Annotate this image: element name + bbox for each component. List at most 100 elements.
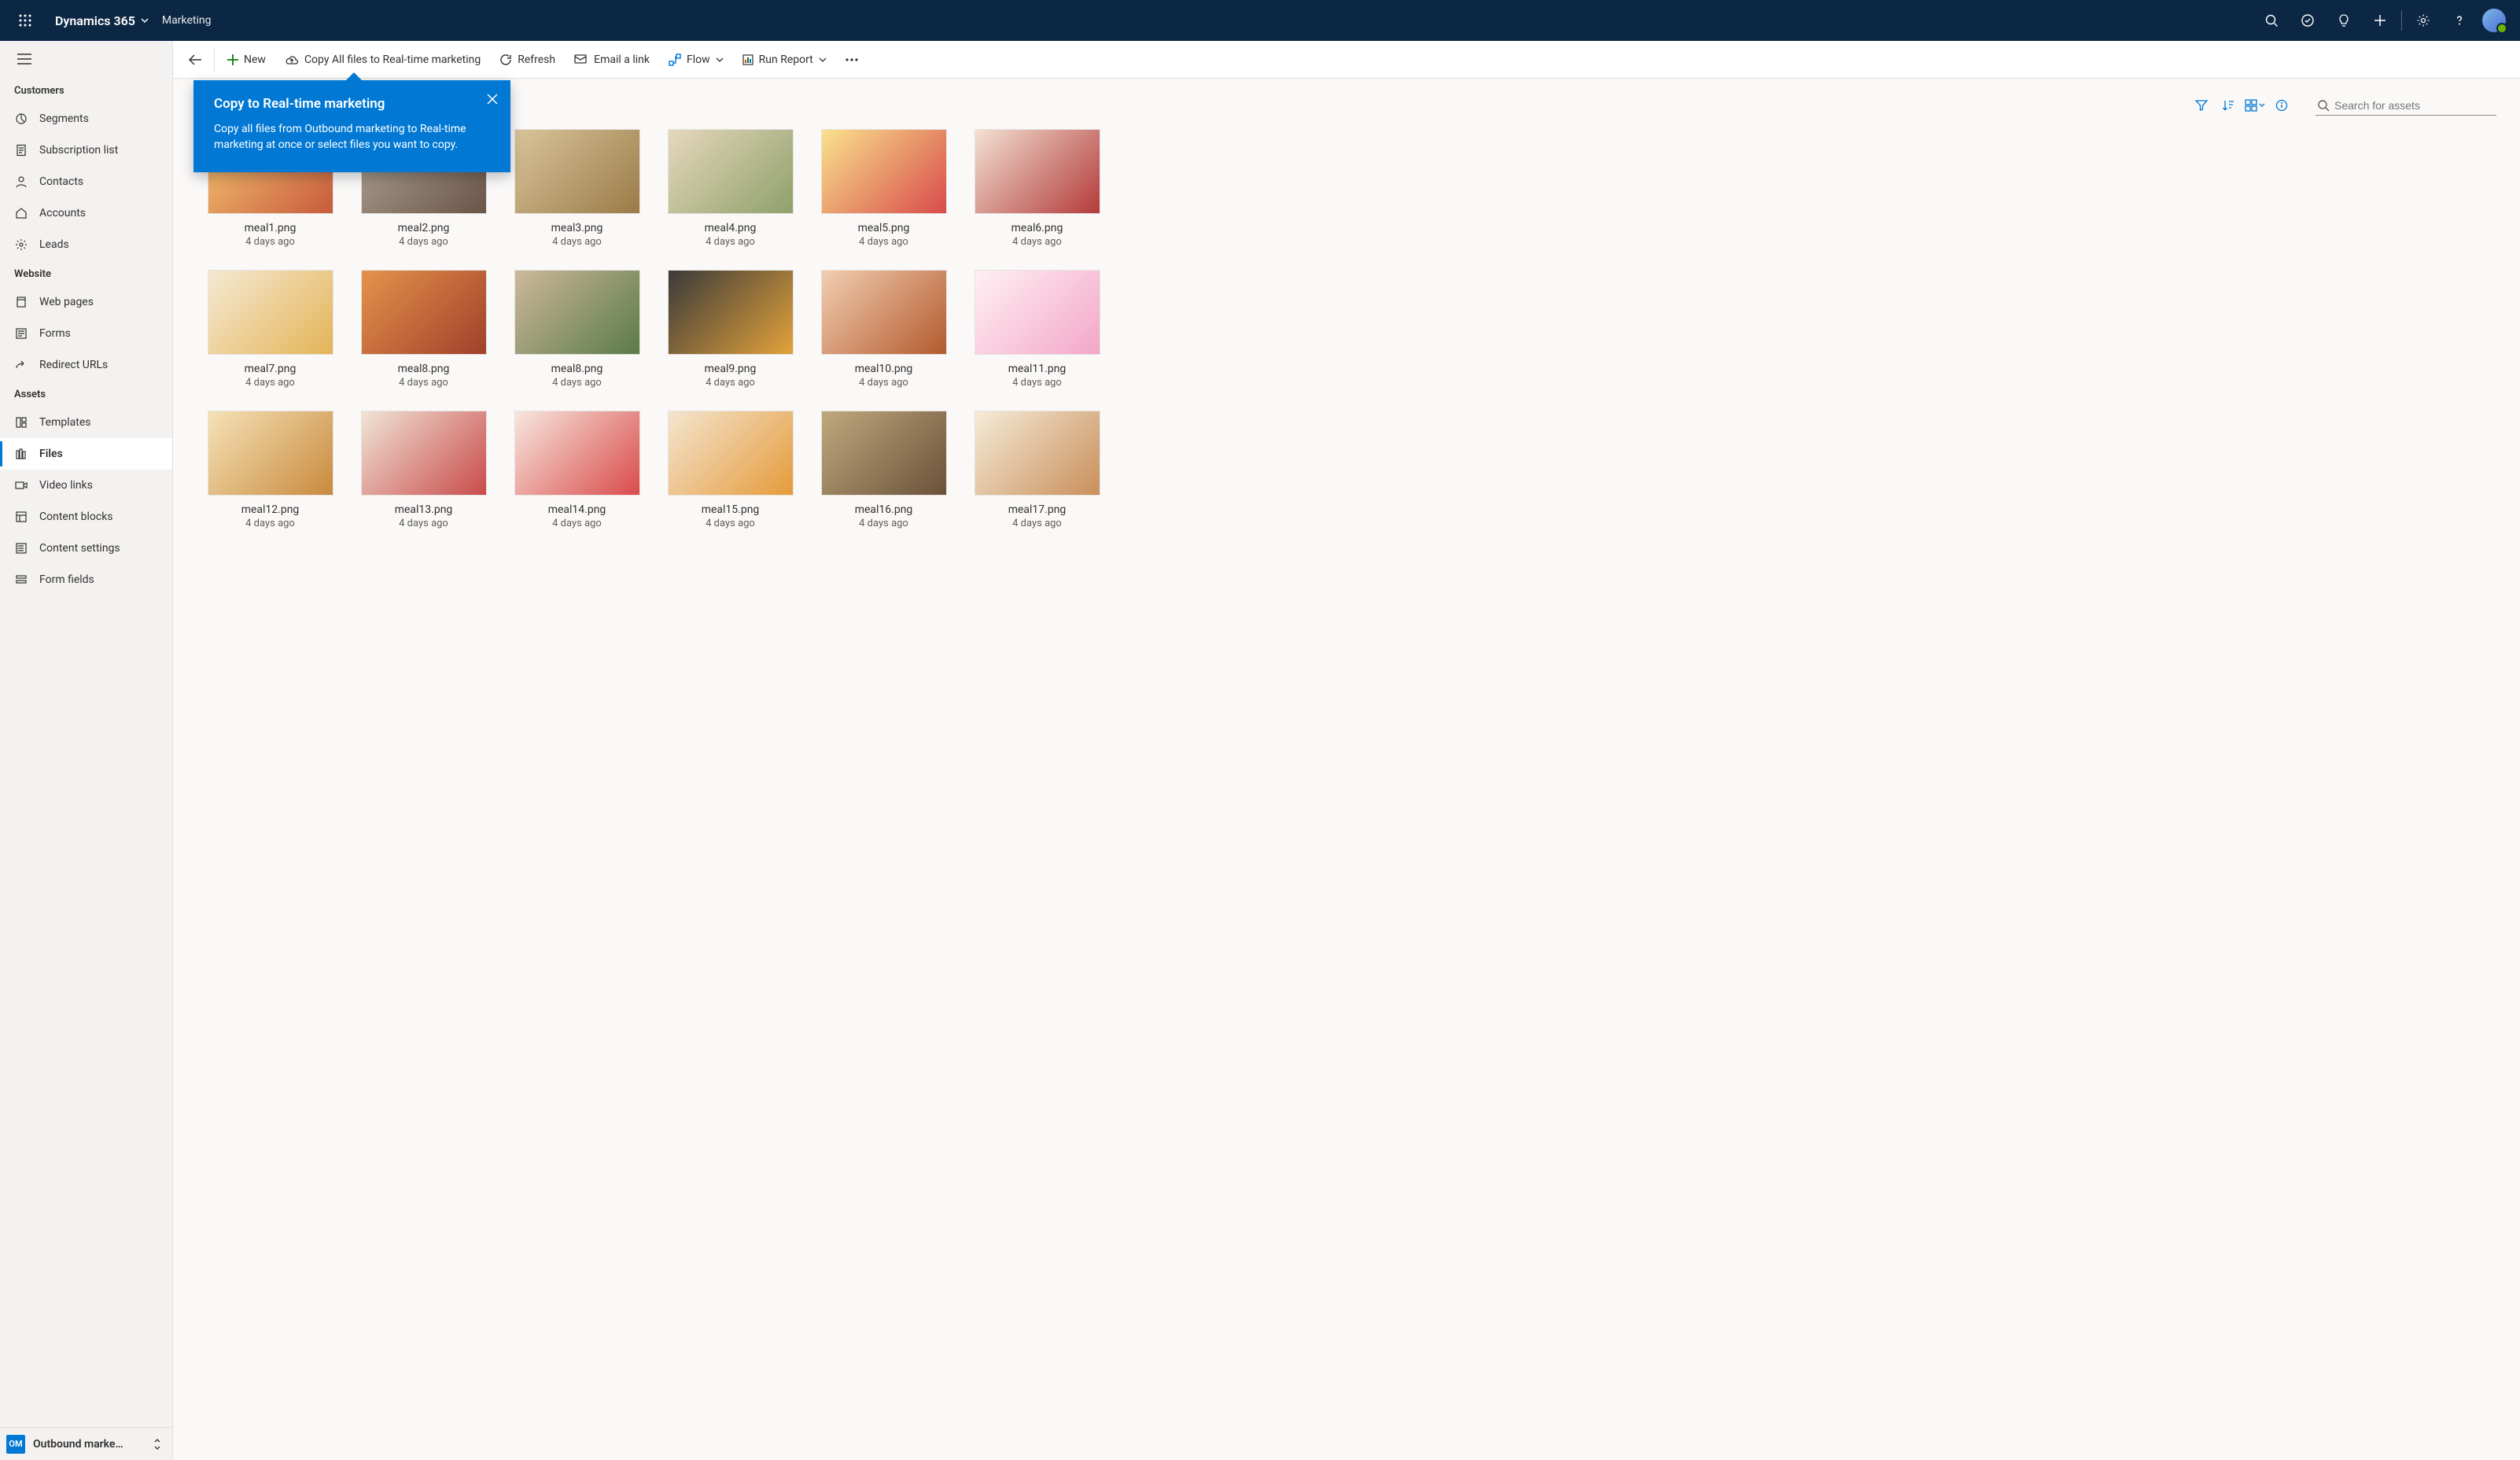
nav-item-label: Redirect URLs	[39, 359, 108, 371]
file-name: meal11.png	[1008, 363, 1067, 375]
more-icon	[846, 58, 858, 61]
app-launcher-button[interactable]	[9, 5, 41, 36]
file-tile[interactable]: meal11.png4 days ago	[960, 270, 1114, 389]
file-tile[interactable]: meal7.png 4 days ago	[193, 270, 347, 389]
run-report-label: Run Report	[759, 53, 813, 66]
main-area: New Copy All files to Real-time marketin…	[173, 41, 2520, 1460]
nav-item-form-fields[interactable]: Form fields	[0, 564, 172, 595]
flow-label: Flow	[687, 53, 710, 66]
file-tile[interactable]: meal10.png 4 days ago	[807, 270, 960, 389]
file-name: meal7.png	[245, 363, 297, 375]
file-name: meal14.png	[548, 503, 606, 516]
file-tile[interactable]: meal4.png4 days ago	[654, 129, 807, 248]
nav-item-subscription-list[interactable]: Subscription list	[0, 135, 172, 166]
nav-item-leads[interactable]: Leads	[0, 229, 172, 260]
mail-icon	[574, 54, 588, 65]
add-button[interactable]	[2362, 5, 2398, 36]
run-report-button[interactable]: Run Report	[735, 46, 834, 74]
sort-button[interactable]	[2215, 93, 2242, 118]
file-tile[interactable]: meal3.png4 days ago	[500, 129, 654, 248]
brand-label[interactable]: Dynamics 365	[55, 13, 149, 28]
file-thumbnail	[821, 270, 947, 355]
sort-icon	[152, 1439, 163, 1450]
file-tile[interactable]: meal16.png 4 days ago	[807, 411, 960, 529]
nav-item-label: Leads	[39, 238, 69, 251]
file-name: meal5.png	[858, 222, 910, 234]
file-tile[interactable]: meal8.png4 days ago	[347, 270, 500, 389]
nav-item-content-blocks[interactable]: Content blocks	[0, 501, 172, 533]
file-date: 4 days ago	[399, 518, 448, 529]
file-tile[interactable]: meal17.png4 days ago	[960, 411, 1114, 529]
sidebar: CustomersSegmentsSubscription listContac…	[0, 41, 173, 1460]
callout-title: Copy to Real-time marketing	[214, 96, 490, 112]
nav-item-label: Files	[39, 448, 63, 460]
help-button[interactable]	[2441, 5, 2478, 36]
area-switcher[interactable]: OM Outbound marke…	[0, 1427, 172, 1460]
file-name: meal10.png	[855, 363, 913, 375]
nav-item-content-settings[interactable]: Content settings	[0, 533, 172, 564]
file-thumbnail	[361, 411, 487, 496]
file-tile[interactable]: meal15.png4 days ago	[654, 411, 807, 529]
back-button[interactable]	[181, 46, 209, 74]
file-name: meal16.png	[855, 503, 913, 516]
chevron-down-icon	[716, 56, 724, 64]
nav-item-segments[interactable]: Segments	[0, 103, 172, 135]
file-name: meal3.png	[551, 222, 603, 234]
nav-item-contacts[interactable]: Contacts	[0, 166, 172, 197]
file-date: 4 days ago	[859, 377, 908, 389]
user-avatar[interactable]	[2482, 9, 2506, 32]
file-tile[interactable]: meal13.png 4 days ago	[347, 411, 500, 529]
template-icon	[14, 415, 28, 430]
file-thumbnail	[208, 411, 333, 496]
nav-item-label: Accounts	[39, 207, 86, 219]
file-date: 4 days ago	[245, 377, 295, 389]
home-icon	[14, 206, 28, 220]
file-tile[interactable]: meal8.png4 days ago	[500, 270, 654, 389]
file-tile[interactable]: meal14.png 4 days ago	[500, 411, 654, 529]
chevron-down-icon	[819, 56, 827, 64]
file-date: 4 days ago	[859, 236, 908, 248]
cloud-upload-icon	[285, 54, 299, 65]
callout-close-button[interactable]	[487, 93, 498, 108]
sidebar-collapse-button[interactable]	[0, 41, 172, 77]
filter-button[interactable]	[2188, 93, 2215, 118]
file-tile[interactable]: meal6.png4 days ago	[960, 129, 1114, 248]
nav-item-web-pages[interactable]: Web pages	[0, 286, 172, 318]
file-date: 4 days ago	[859, 518, 908, 529]
nav-item-redirect-urls[interactable]: Redirect URLs	[0, 349, 172, 381]
refresh-button[interactable]: Refresh	[492, 46, 563, 74]
new-button[interactable]: New	[219, 46, 274, 74]
file-gallery: meal1.png4 days agomeal2.png4 days agome…	[173, 129, 2520, 1460]
global-search-button[interactable]	[2253, 5, 2290, 36]
copy-all-button[interactable]: Copy All files to Real-time marketing	[277, 46, 488, 74]
info-button[interactable]	[2268, 93, 2295, 118]
nav-item-label: Content settings	[39, 542, 120, 555]
file-name: meal13.png	[395, 503, 453, 516]
flow-button[interactable]: Flow	[661, 46, 731, 74]
file-tile[interactable]: meal5.png 4 days ago	[807, 129, 960, 248]
refresh-icon	[499, 53, 512, 66]
email-link-button[interactable]: Email a link	[566, 46, 658, 74]
file-name: meal9.png	[705, 363, 757, 375]
ideas-button[interactable]	[2326, 5, 2362, 36]
task-button[interactable]	[2290, 5, 2326, 36]
nav-item-video-links[interactable]: Video links	[0, 470, 172, 501]
file-tile[interactable]: meal12.png4 days ago	[193, 411, 347, 529]
nav-item-label: Form fields	[39, 573, 94, 586]
file-tile[interactable]: meal9.png4 days ago	[654, 270, 807, 389]
file-thumbnail	[514, 270, 640, 355]
file-name: meal1.png	[245, 222, 297, 234]
asset-search[interactable]	[2316, 96, 2496, 116]
nav-item-accounts[interactable]: Accounts	[0, 197, 172, 229]
asset-search-input[interactable]	[2334, 99, 2495, 112]
file-date: 4 days ago	[552, 518, 602, 529]
nav-item-files[interactable]: Files	[0, 438, 172, 470]
nav-item-templates[interactable]: Templates	[0, 407, 172, 438]
more-commands-button[interactable]	[838, 46, 866, 74]
topbar: Dynamics 365 Marketing	[0, 0, 2520, 41]
refresh-label: Refresh	[518, 53, 555, 66]
settings-button[interactable]	[2405, 5, 2441, 36]
view-switch-button[interactable]	[2242, 93, 2268, 118]
file-thumbnail	[668, 270, 794, 355]
nav-item-forms[interactable]: Forms	[0, 318, 172, 349]
